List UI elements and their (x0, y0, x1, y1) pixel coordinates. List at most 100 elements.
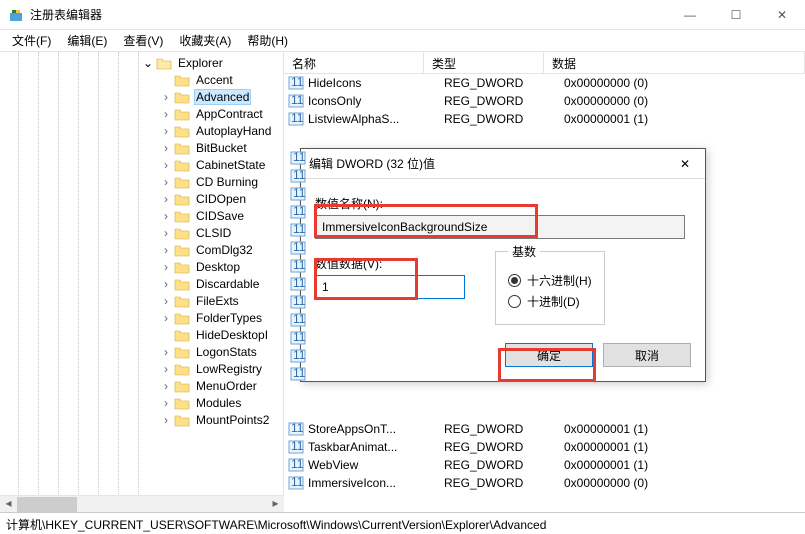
folder-icon (174, 379, 190, 393)
chevron-right-icon[interactable]: › (160, 90, 172, 104)
scroll-left-arrow[interactable]: ◂ (0, 496, 17, 513)
chevron-right-icon[interactable]: › (160, 311, 172, 325)
tree-item[interactable]: Accent (0, 71, 283, 88)
menubar: 文件(F) 编辑(E) 查看(V) 收藏夹(A) 帮助(H) (0, 30, 805, 52)
chevron-right-icon[interactable]: › (160, 396, 172, 410)
tree-item[interactable]: ›CIDOpen (0, 190, 283, 207)
list-row[interactable]: 110StoreAppsOnT...REG_DWORD0x00000001 (1… (284, 420, 805, 438)
chevron-right-icon[interactable]: › (160, 175, 172, 189)
chevron-down-icon[interactable]: ⌄ (142, 56, 154, 70)
tree-item[interactable]: › MenuOrder (0, 377, 283, 394)
chevron-right-icon[interactable]: › (160, 294, 172, 308)
folder-icon (174, 158, 190, 172)
chevron-right-icon[interactable]: › (160, 141, 172, 155)
minimize-button[interactable]: — (667, 0, 713, 30)
header-type[interactable]: 类型 (424, 52, 544, 73)
tree-item-label: Accent (194, 73, 235, 87)
radio-dec-indicator (508, 295, 521, 308)
menu-favorites[interactable]: 收藏夹(A) (171, 30, 239, 51)
tree-item[interactable]: ›FileExts (0, 292, 283, 309)
list-row[interactable]: 110ImmersiveIcon...REG_DWORD0x00000000 (… (284, 474, 805, 492)
list-row[interactable]: 110TaskbarAnimat...REG_DWORD0x00000001 (… (284, 438, 805, 456)
tree-item[interactable]: ›Desktop (0, 258, 283, 275)
radio-hex[interactable]: 十六进制(H) (508, 272, 592, 289)
chevron-right-icon[interactable]: › (160, 362, 172, 376)
tree-item[interactable]: › FolderTypes (0, 309, 283, 326)
tree-item-label: Discardable (194, 277, 261, 291)
header-data[interactable]: 数据 (544, 52, 805, 73)
radio-dec[interactable]: 十进制(D) (508, 293, 592, 310)
tree-item[interactable]: › AppContract (0, 105, 283, 122)
value-name-input[interactable] (315, 215, 685, 239)
scroll-right-arrow[interactable]: ▸ (267, 496, 284, 513)
value-name: TaskbarAnimat... (308, 440, 440, 454)
folder-icon (174, 73, 190, 87)
chevron-right-icon[interactable]: › (160, 209, 172, 223)
tree-item[interactable]: ›LogonStats (0, 343, 283, 360)
dialog-titlebar[interactable]: 编辑 DWORD (32 位)值 ✕ (301, 149, 705, 179)
menu-view[interactable]: 查看(V) (115, 30, 171, 51)
close-button[interactable]: ✕ (759, 0, 805, 30)
chevron-right-icon[interactable]: › (160, 192, 172, 206)
chevron-right-icon[interactable]: › (160, 379, 172, 393)
chevron-right-icon[interactable]: › (160, 124, 172, 138)
tree-item[interactable]: ›CabinetState (0, 156, 283, 173)
value-name: IconsOnly (308, 94, 440, 108)
value-data: 0x00000001 (1) (560, 440, 648, 454)
folder-icon (174, 141, 190, 155)
chevron-right-icon[interactable]: › (160, 107, 172, 121)
tree-item[interactable]: › CD Burning (0, 173, 283, 190)
list-row[interactable]: 110ListviewAlphaS...REG_DWORD0x00000001 … (284, 110, 805, 128)
value-data: 0x00000001 (1) (560, 458, 648, 472)
tree-pane[interactable]: ⌄Explorer Accent›Advanced›AppContract›Au… (0, 52, 284, 512)
tree-item[interactable]: ›Advanced (0, 88, 283, 105)
titlebar: 注册表编辑器 — ☐ ✕ (0, 0, 805, 30)
chevron-right-icon[interactable]: › (160, 260, 172, 274)
chevron-right-icon[interactable]: › (160, 243, 172, 257)
tree-item[interactable]: ›CLSID (0, 224, 283, 241)
maximize-button[interactable]: ☐ (713, 0, 759, 30)
tree-item[interactable]: › LowRegistry (0, 360, 283, 377)
list-header: 名称 类型 数据 (284, 52, 805, 74)
chevron-right-icon[interactable]: › (160, 158, 172, 172)
svg-text:110: 110 (293, 204, 306, 218)
tree-item[interactable]: ›BitBucket (0, 139, 283, 156)
edit-dword-dialog: 编辑 DWORD (32 位)值 ✕ 数值名称(N): 数值数据(V): 基数 … (300, 148, 706, 382)
tree-horizontal-scrollbar[interactable]: ◂ ▸ (0, 495, 284, 512)
tree-item[interactable]: ›ComDlg32 (0, 241, 283, 258)
tree-item[interactable]: ›CIDSave (0, 207, 283, 224)
chevron-right-icon[interactable]: › (160, 277, 172, 291)
list-row[interactable]: 110IconsOnlyREG_DWORD0x00000000 (0) (284, 92, 805, 110)
value-type: REG_DWORD (440, 422, 560, 436)
menu-file[interactable]: 文件(F) (4, 30, 59, 51)
ok-button[interactable]: 确定 (505, 343, 593, 367)
cancel-button[interactable]: 取消 (603, 343, 691, 367)
list-row[interactable]: 110HideIconsREG_DWORD0x00000000 (0) (284, 74, 805, 92)
registry-dword-icon: 110 (288, 457, 304, 473)
tree-item[interactable]: HideDesktopI (0, 326, 283, 343)
menu-edit[interactable]: 编辑(E) (59, 30, 115, 51)
chevron-right-icon[interactable]: › (160, 413, 172, 427)
value-data: 0x00000000 (0) (560, 476, 648, 490)
tree-item[interactable]: ›Modules (0, 394, 283, 411)
tree-item[interactable]: › Discardable (0, 275, 283, 292)
tree-item[interactable]: ›MountPoints2 (0, 411, 283, 428)
value-data-input[interactable] (315, 275, 465, 299)
list-row[interactable]: 110WebViewREG_DWORD0x00000001 (1) (284, 456, 805, 474)
dialog-close-button[interactable]: ✕ (665, 149, 705, 179)
tree-item[interactable]: ›AutoplayHand (0, 122, 283, 139)
tree-item-label: AppContract (194, 107, 265, 121)
chevron-right-icon[interactable]: › (160, 345, 172, 359)
tree-item-explorer[interactable]: ⌄Explorer (0, 54, 283, 71)
folder-icon (174, 192, 190, 206)
tree-item-label: LowRegistry (194, 362, 264, 376)
tree-item-label: FolderTypes (194, 311, 264, 325)
header-name[interactable]: 名称 (284, 52, 424, 73)
folder-icon (174, 243, 190, 257)
menu-help[interactable]: 帮助(H) (239, 30, 296, 51)
tree-item-label: MenuOrder (194, 379, 259, 393)
scroll-thumb[interactable] (17, 497, 77, 512)
statusbar-path: 计算机\HKEY_CURRENT_USER\SOFTWARE\Microsoft… (6, 518, 546, 532)
tree-item-label: CD Burning (194, 175, 260, 189)
chevron-right-icon[interactable]: › (160, 226, 172, 240)
